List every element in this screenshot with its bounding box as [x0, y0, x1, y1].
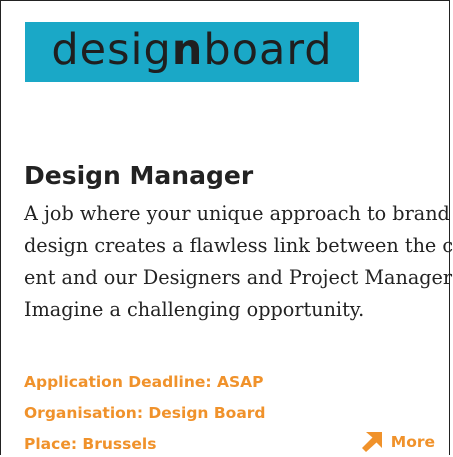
- designboard-logo[interactable]: designboard: [25, 22, 359, 82]
- more-link[interactable]: More: [361, 432, 435, 452]
- job-title: Design Manager: [24, 161, 254, 190]
- job-description: A job where your unique approach to bran…: [24, 198, 453, 326]
- description-line: A job where your unique approach to bran…: [24, 202, 450, 225]
- more-label: More: [390, 433, 435, 451]
- description-line: ent and our Designers and Project Manage…: [24, 266, 453, 289]
- application-deadline: Application Deadline: ASAP: [24, 373, 264, 391]
- logo-text-part3: board: [203, 24, 333, 75]
- description-line: Imagine a challenging opportunity.: [24, 298, 365, 321]
- organisation: Organisation: Design Board: [24, 404, 266, 422]
- arrow-up-right-icon: [361, 432, 382, 452]
- description-line: design creates a flawless link between t…: [24, 234, 453, 257]
- job-card: designboard Design Manager A job where y…: [0, 0, 453, 455]
- logo-text-part2: n: [171, 24, 204, 75]
- logo-wordmark: designboard: [51, 28, 332, 72]
- place: Place: Brussels: [24, 435, 157, 453]
- logo-text-part1: desig: [51, 24, 172, 75]
